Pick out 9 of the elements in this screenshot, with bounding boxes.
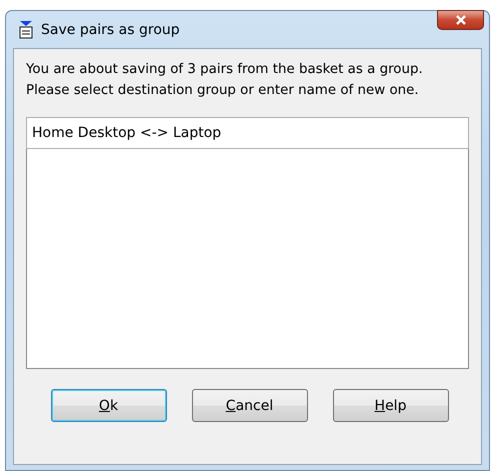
close-icon: [454, 15, 466, 25]
group-name-field[interactable]: Home Desktop <-> Laptop: [26, 117, 469, 149]
dialog-button[interactable]: Cancel: [192, 389, 308, 422]
dialog-button[interactable]: Ok: [50, 389, 166, 422]
app-icon: [19, 20, 33, 38]
close-button[interactable]: [437, 10, 484, 30]
dialog-button[interactable]: Help: [332, 389, 448, 422]
message-text: You are about saving of 3 pairs from the basket as a group. Please select destination group or enter name of new one.: [26, 61, 424, 100]
window-title: Save pairs as group: [41, 22, 180, 38]
